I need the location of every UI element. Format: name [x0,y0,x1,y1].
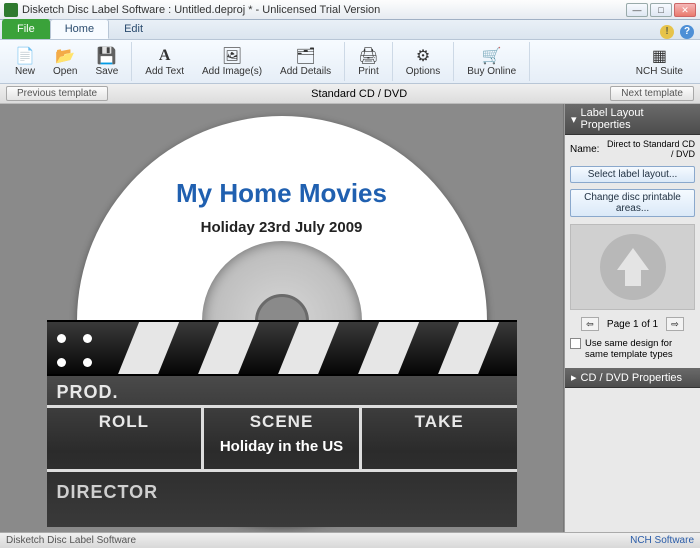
page-prev-button[interactable]: ⇦ [581,317,599,331]
text-icon: A [155,46,175,66]
layout-thumbnail[interactable] [570,224,695,310]
nch-suite-label: NCH Suite [636,66,683,77]
slate-prod-label: PROD. [47,376,517,408]
nch-suite-button[interactable]: ▦NCH Suite [627,43,692,80]
clapperboard-graphic[interactable]: PROD. ROLL SCENE Holiday in the US TAKE D… [47,320,517,532]
status-left: Disketch Disc Label Software [6,535,136,546]
same-design-checkbox[interactable] [570,338,581,349]
help-icon[interactable]: ? [680,25,694,39]
current-template-label: Standard CD / DVD [108,88,610,100]
slate-take-header: TAKE [366,412,513,432]
chevron-right-icon: ▸ [571,371,577,384]
same-design-label: Use same design for same template types [585,338,695,360]
add-images-button[interactable]: 🖼Add Image(s) [193,43,271,80]
save-button[interactable]: 💾Save [86,43,127,80]
previous-template-button[interactable]: Previous template [6,86,108,101]
page-next-button[interactable]: ⇨ [666,317,684,331]
open-button[interactable]: 📂Open [44,43,86,80]
add-details-button[interactable]: 🗂Add Details [271,43,340,80]
tab-file[interactable]: File [2,19,50,39]
slate-director-label: DIRECTOR [47,472,517,507]
print-label: Print [358,66,379,77]
open-label: Open [53,66,77,77]
clapper-sticks [47,320,517,376]
window-maximize-button[interactable]: □ [650,3,672,17]
window-close-button[interactable]: ✕ [674,3,696,17]
window-titlebar: Disketch Disc Label Software : Untitled.… [0,0,700,20]
slate-scene-value[interactable]: Holiday in the US [208,438,355,455]
image-icon: 🖼 [222,46,242,66]
new-label: New [15,66,35,77]
lightbulb-icon[interactable]: ! [660,25,674,39]
add-text-button[interactable]: AAdd Text [136,43,193,80]
add-images-label: Add Image(s) [202,66,262,77]
label-layout-header[interactable]: ▾Label Layout Properties [565,104,700,135]
new-button[interactable]: 📄New [6,43,44,80]
print-button[interactable]: 🖨Print [349,43,388,80]
next-template-button[interactable]: Next template [610,86,694,101]
options-button[interactable]: ⚙Options [397,43,449,80]
change-printable-areas-button[interactable]: Change disc printable areas... [570,189,695,217]
buy-online-label: Buy Online [467,66,516,77]
buy-online-button[interactable]: 🛒Buy Online [458,43,525,80]
properties-panel: ▾Label Layout Properties Name: Direct to… [564,104,700,532]
select-label-layout-button[interactable]: Select label layout... [570,166,695,183]
page-indicator: Page 1 of 1 [607,319,658,330]
disc-subtitle-text[interactable]: Holiday 23rd July 2009 [77,219,487,236]
slate-roll-header: ROLL [51,412,198,432]
slate-scene-header: SCENE [208,412,355,432]
status-right-link[interactable]: NCH Software [630,535,694,546]
options-label: Options [406,66,440,77]
thumbnail-disc-icon [600,234,666,300]
app-icon [4,3,18,17]
chevron-down-icon: ▾ [571,113,577,126]
new-file-icon: 📄 [15,46,35,66]
arrow-up-icon [617,248,649,270]
tab-home[interactable]: Home [50,19,109,39]
design-canvas[interactable]: My Home Movies Holiday 23rd July 2009 [0,104,564,532]
floppy-disk-icon: 💾 [97,46,117,66]
ribbon-toolbar: 📄New 📂Open 💾Save AAdd Text 🖼Add Image(s)… [0,40,700,84]
window-title: Disketch Disc Label Software : Untitled.… [22,4,380,16]
tab-edit[interactable]: Edit [109,19,158,39]
grid-icon: ▦ [649,46,669,66]
window-minimize-button[interactable]: — [626,3,648,17]
template-strip: Previous template Standard CD / DVD Next… [0,84,700,104]
details-icon: 🗂 [296,46,316,66]
disc-title-text[interactable]: My Home Movies [77,178,487,209]
status-bar: Disketch Disc Label Software NCH Softwar… [0,532,700,548]
ribbon-tabstrip: File Home Edit ! ? [0,20,700,40]
name-value: Direct to Standard CD / DVD [603,139,695,159]
add-text-label: Add Text [145,66,184,77]
printer-icon: 🖨 [358,46,378,66]
name-label: Name: [570,144,599,155]
folder-open-icon: 📂 [55,46,75,66]
add-details-label: Add Details [280,66,331,77]
cd-dvd-properties-header[interactable]: ▸CD / DVD Properties [565,368,700,388]
gear-icon: ⚙ [413,46,433,66]
save-label: Save [95,66,118,77]
cart-icon: 🛒 [482,46,502,66]
